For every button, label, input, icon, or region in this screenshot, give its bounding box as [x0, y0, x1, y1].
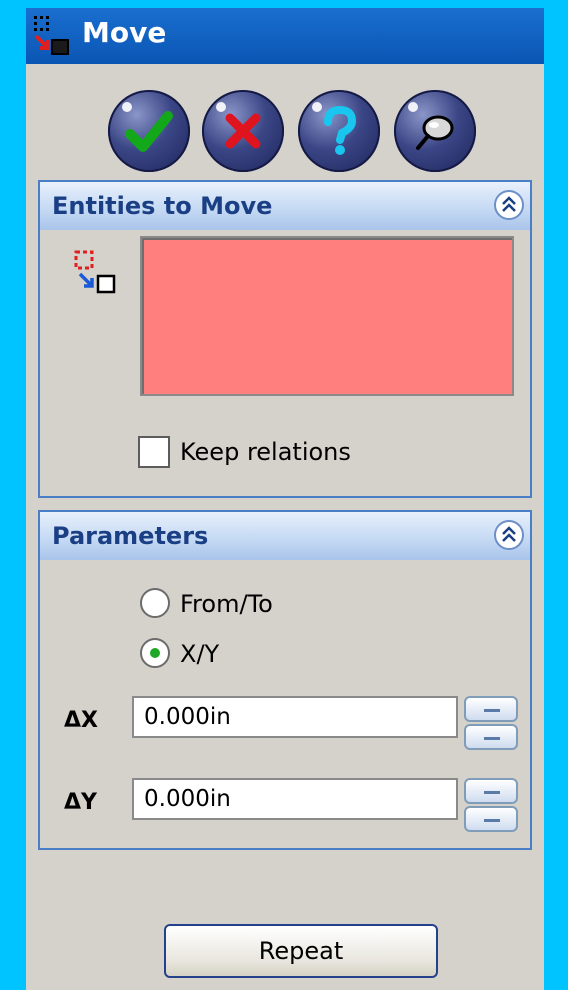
delta-y-spinner[interactable] [464, 778, 518, 832]
help-button[interactable] [298, 90, 380, 172]
delta-x-increment[interactable] [464, 696, 518, 722]
window-title: Move [82, 16, 167, 49]
delta-y-decrement[interactable] [464, 806, 518, 832]
collapse-entities-button[interactable] [494, 190, 524, 220]
delta-symbol: Δ [64, 708, 82, 733]
entity-selection-box[interactable] [140, 236, 514, 396]
radio-selected-dot [150, 648, 160, 658]
delta-x-label: ΔX [64, 708, 98, 733]
entities-group-title: Entities to Move [52, 192, 273, 220]
cancel-button[interactable] [202, 90, 284, 172]
delta-y-input[interactable] [132, 778, 458, 820]
delta-axis: X [81, 708, 98, 733]
xy-label: X/Y [180, 640, 220, 668]
delta-x-input[interactable] [132, 696, 458, 738]
from-to-radio[interactable] [140, 588, 170, 618]
ok-button[interactable] [108, 90, 190, 172]
pushpin-icon [416, 115, 454, 150]
title-bar: Move [26, 8, 544, 64]
button-highlight [312, 102, 322, 112]
close-icon [225, 113, 261, 149]
parameters-group-header[interactable]: Parameters [40, 512, 530, 560]
delta-y-increment[interactable] [464, 778, 518, 804]
delta-x-spinner[interactable] [464, 696, 518, 750]
double-chevron-up-icon [502, 196, 516, 212]
entities-group-header[interactable]: Entities to Move [40, 182, 530, 230]
keep-relations-label: Keep relations [180, 438, 351, 466]
double-chevron-up-icon [502, 526, 516, 542]
button-highlight [408, 102, 418, 112]
sketch-entities-icon [74, 250, 116, 294]
delta-symbol: Δ [64, 790, 82, 815]
delta-y-label: ΔY [64, 790, 97, 815]
move-property-manager: Move Entities to Move Keep relations Par… [26, 8, 544, 990]
keep-relations-checkbox[interactable] [138, 436, 170, 468]
parameters-group: Parameters From/To X/Y ΔX ΔY [38, 510, 532, 850]
button-highlight [122, 102, 132, 112]
checkmark-icon [125, 111, 173, 152]
from-to-label: From/To [180, 590, 273, 618]
entities-to-move-group: Entities to Move Keep relations [38, 180, 532, 498]
xy-radio[interactable] [140, 638, 170, 668]
parameters-group-title: Parameters [52, 522, 209, 550]
button-highlight [216, 102, 226, 112]
pushpin-button[interactable] [394, 90, 476, 172]
collapse-parameters-button[interactable] [494, 520, 524, 550]
question-mark-icon [324, 105, 357, 155]
delta-x-decrement[interactable] [464, 724, 518, 750]
move-icon [34, 16, 69, 55]
delta-axis: Y [81, 790, 97, 815]
repeat-button[interactable]: Repeat [164, 924, 438, 978]
